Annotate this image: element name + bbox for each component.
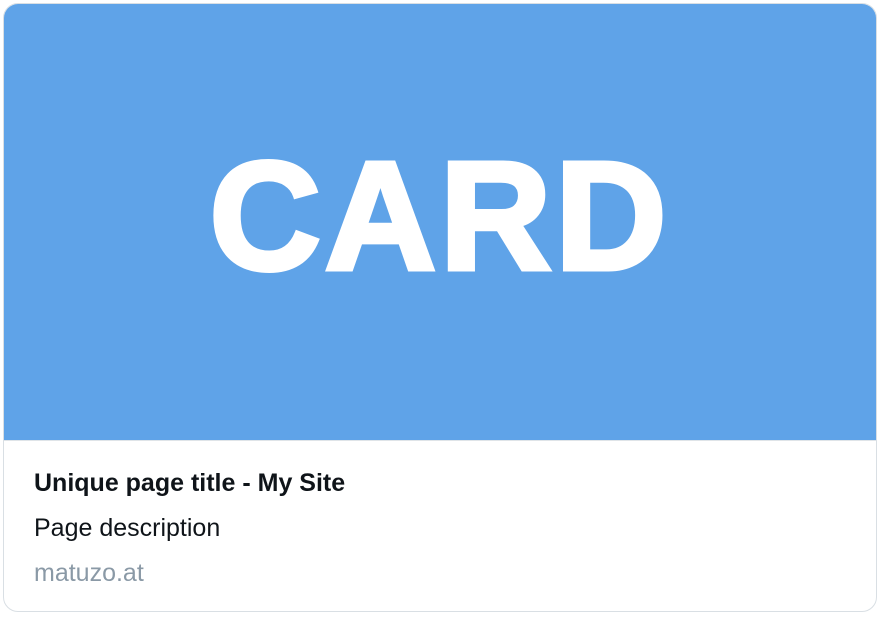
card-description: Page description <box>34 514 221 542</box>
card-image-text: CARD <box>207 130 671 302</box>
link-preview-card[interactable]: CARD Unique page title - My Site Page de… <box>3 3 877 612</box>
card-title: Unique page title - My Site <box>34 469 346 497</box>
card-image[interactable]: CARD <box>4 4 876 441</box>
card-domain: matuzo.at <box>34 559 144 587</box>
